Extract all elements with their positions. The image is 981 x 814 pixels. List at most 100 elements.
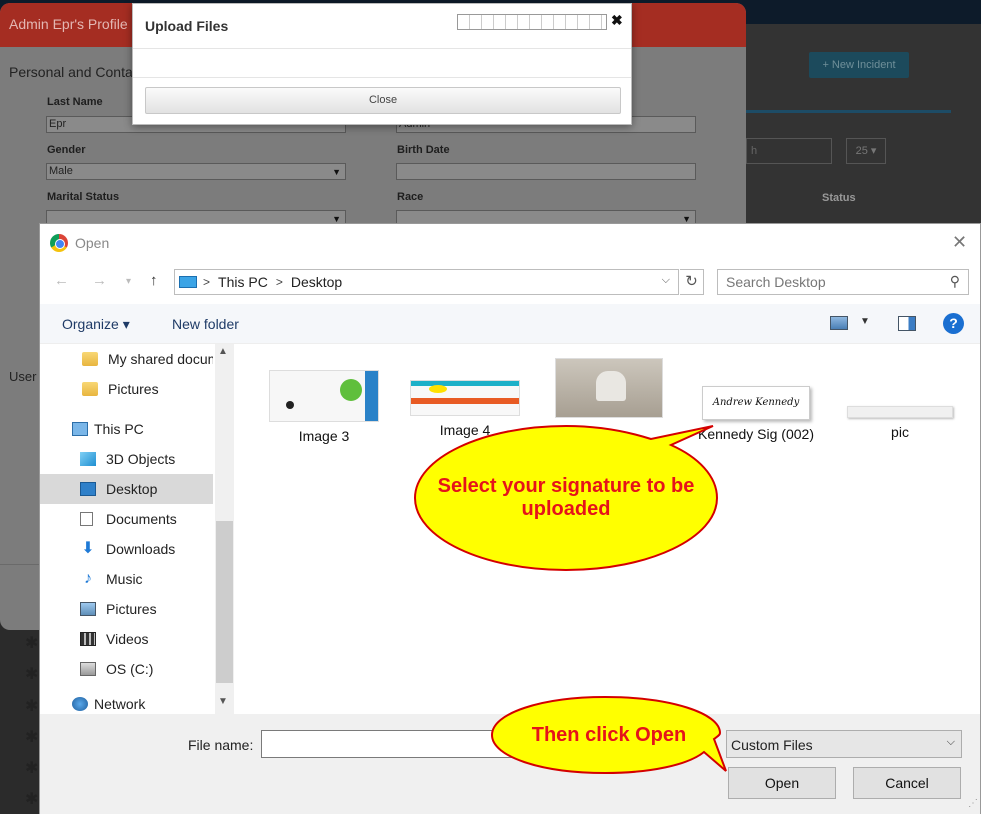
sidebar-item-desktop[interactable]: Desktop	[40, 474, 213, 504]
file-item-image-3[interactable]: Image 3	[264, 370, 384, 444]
file-item-pic[interactable]: pic	[840, 406, 960, 440]
scroll-up-icon[interactable]: ▲	[218, 346, 228, 357]
help-icon[interactable]: ?	[943, 313, 964, 334]
file-name: Image 3	[298, 428, 350, 444]
folder-icon	[82, 352, 98, 366]
gear-icon[interactable]: ✱	[25, 636, 39, 652]
divider	[133, 48, 631, 49]
birth-date-field[interactable]	[396, 163, 696, 180]
new-folder-button[interactable]: New folder	[172, 316, 239, 332]
chart-thumbnail-pie	[340, 379, 362, 401]
back-arrow-icon[interactable]: ←	[54, 272, 69, 289]
gear-icon[interactable]: ✱	[25, 730, 39, 746]
videos-icon	[80, 632, 96, 646]
sidebar-item-label: Music	[106, 571, 143, 587]
sidebar-item-os-c[interactable]: OS (C:)	[40, 654, 213, 684]
desktop-icon	[80, 482, 96, 496]
file-name-field[interactable]	[261, 730, 521, 758]
pc-icon	[72, 422, 88, 436]
last-name-label: Last Name	[47, 96, 103, 108]
sidebar-item-videos[interactable]: Videos	[40, 624, 213, 654]
chrome-icon	[50, 234, 68, 252]
sidebar-item-label: Desktop	[106, 481, 158, 497]
sidebar-item-network[interactable]: Network	[40, 694, 213, 714]
file-type-select[interactable]: Custom Files ⌵	[726, 730, 962, 758]
gear-icon[interactable]: ✱	[25, 667, 39, 683]
organize-menu[interactable]: Organize ▾	[62, 316, 130, 333]
file-item-photo[interactable]	[549, 358, 669, 424]
new-incident-button[interactable]: + New Incident	[809, 52, 909, 78]
sidebar-item-label: OS (C:)	[106, 661, 154, 677]
birth-date-label: Birth Date	[397, 144, 450, 156]
sidebar-item-3d-objects[interactable]: 3D Objects	[40, 444, 213, 474]
chevron-right-icon: >	[203, 275, 211, 289]
upload-close-button[interactable]: Close	[145, 87, 621, 114]
close-icon[interactable]: ✕	[952, 232, 967, 253]
cancel-button[interactable]: Cancel	[853, 767, 961, 799]
gear-icon[interactable]: ✱	[25, 699, 39, 715]
file-thumbnail	[847, 406, 953, 418]
file-name: pic	[891, 424, 909, 440]
race-label: Race	[397, 191, 424, 203]
up-arrow-icon[interactable]: ↑	[150, 272, 158, 289]
open-button[interactable]: Open	[728, 767, 836, 799]
sidebar-item-pictures[interactable]: Pictures	[40, 594, 213, 624]
sidebar-item-music[interactable]: ♪ Music	[40, 564, 213, 594]
callout-text: Select your signature to be uploaded	[437, 475, 695, 520]
music-icon: ♪	[84, 570, 92, 587]
callout-text: Then click Open	[531, 723, 687, 746]
chevron-down-icon: ⌵	[946, 736, 955, 748]
profile-section-title: Personal and Conta	[9, 64, 133, 80]
3d-objects-icon	[80, 452, 96, 466]
user-section-label: User	[9, 369, 37, 384]
sidebar-item-pictures-folder[interactable]: Pictures	[40, 374, 213, 404]
divider	[133, 77, 631, 78]
chevron-down-icon[interactable]: ▼	[860, 316, 870, 327]
dialog-toolbar: Organize ▾ New folder ▼ ?	[40, 304, 980, 344]
sidebar-item-my-shared-documents[interactable]: My shared docum	[40, 344, 213, 374]
chevron-down-icon[interactable]: ⌵	[662, 274, 670, 287]
upload-files-dialog: Upload Files ✖ Close	[132, 3, 632, 125]
search-icon[interactable]: ⚲	[950, 273, 960, 290]
drive-icon	[80, 662, 96, 676]
file-name-label: File name:	[188, 737, 254, 753]
incident-search-input[interactable]: h	[746, 138, 832, 164]
gender-value: Male	[49, 165, 73, 177]
sidebar-item-label: Videos	[106, 631, 149, 647]
forward-arrow-icon[interactable]: →	[92, 272, 107, 289]
sidebar-scrollbar-thumb[interactable]	[216, 521, 233, 683]
file-thumbnail	[410, 380, 520, 416]
chart-thumbnail-dot	[286, 401, 294, 409]
scroll-down-icon[interactable]: ▼	[218, 696, 228, 707]
breadcrumb-this-pc[interactable]: This PC	[218, 274, 268, 290]
thumbnail-bar	[411, 381, 519, 386]
folder-icon	[82, 382, 98, 396]
resize-grip-icon[interactable]: ⋰	[968, 798, 978, 809]
recent-locations-chevron-icon[interactable]: ▾	[126, 276, 131, 287]
gender-select[interactable]: Male ▼	[46, 163, 346, 180]
thumbnail-badge	[429, 385, 447, 393]
refresh-icon[interactable]: ↻	[680, 269, 704, 295]
downloads-icon: ⬇	[81, 540, 95, 557]
thumbnail-bar	[411, 398, 519, 404]
column-header-status: Status	[822, 192, 856, 204]
gear-icon[interactable]: ✱	[25, 792, 39, 808]
search-input[interactable]: Search Desktop ⚲	[717, 269, 969, 295]
sidebar-item-documents[interactable]: Documents	[40, 504, 213, 534]
file-thumbnail	[555, 358, 663, 418]
navigation-pane: My shared docum Pictures This PC 3D Obje…	[40, 344, 236, 714]
address-bar[interactable]: > This PC > Desktop ⌵	[174, 269, 679, 295]
sidebar-item-this-pc[interactable]: This PC	[40, 414, 213, 444]
breadcrumb-desktop[interactable]: Desktop	[291, 274, 342, 290]
preview-pane-icon[interactable]	[898, 316, 916, 331]
search-placeholder: Search Desktop	[726, 274, 826, 290]
change-view-icon[interactable]	[830, 316, 848, 330]
page-size-select[interactable]: 25 ▾	[846, 138, 886, 164]
documents-icon	[80, 512, 93, 526]
close-icon[interactable]: ✖	[611, 12, 623, 29]
gear-icon[interactable]: ✱	[25, 761, 39, 777]
sidebar-item-label: Pictures	[108, 381, 159, 397]
sidebar-item-downloads[interactable]: ⬇ Downloads	[40, 534, 213, 564]
signature-thumbnail: Andrew Kennedy	[702, 386, 810, 420]
callout-click-open: Then click Open	[490, 695, 728, 775]
